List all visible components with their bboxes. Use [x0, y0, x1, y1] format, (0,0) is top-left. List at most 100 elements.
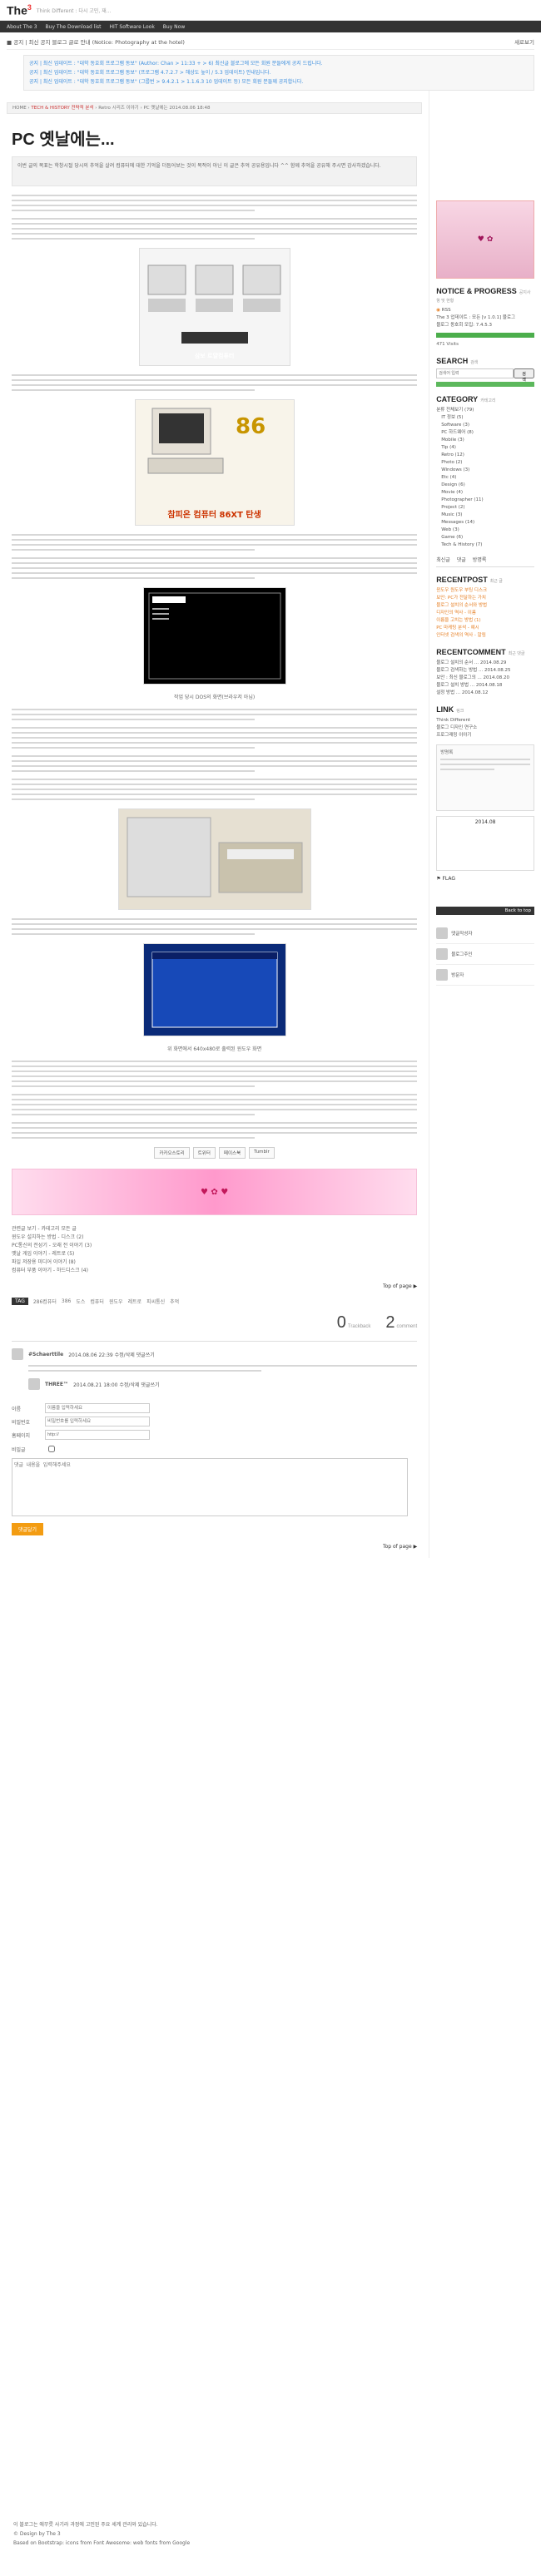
comment-textarea[interactable] [12, 1458, 408, 1516]
commenter-item[interactable]: 방문자 [436, 965, 534, 986]
category-item[interactable]: Photographer (11) [436, 497, 534, 504]
comment-meta[interactable]: 2014.08.06 22:39 수정/삭제 댓글쓰기 [68, 1351, 155, 1358]
paragraph [12, 195, 418, 211]
nav-download[interactable]: Buy The Download list [46, 24, 102, 30]
recent-comment-item[interactable]: 보안 : 최신 블로그의 ... 2014.08.20 [436, 675, 534, 682]
commenter-item[interactable]: 블로그주인 [436, 944, 534, 965]
name-input[interactable] [45, 1403, 150, 1413]
category-item[interactable]: Music (3) [436, 512, 534, 519]
secret-checkbox[interactable] [48, 1446, 55, 1452]
recent-comment-item[interactable]: 블로그 설치의 순서 ... 2014.08.29 [436, 660, 534, 667]
comment-author[interactable]: #Schaerttile [28, 1352, 63, 1357]
search-input[interactable] [436, 368, 514, 378]
share-twitter-button[interactable]: 트위터 [192, 1147, 216, 1159]
related-item[interactable]: 파일 저장용 미디어 이야기 (8) [12, 1258, 417, 1267]
share-facebook-button[interactable]: 페이스북 [218, 1147, 246, 1159]
password-label: 비밀번호 [12, 1419, 31, 1426]
nav-software[interactable]: HIT Software Look [110, 24, 155, 30]
main-content: HOME › TECH & HISTORY 전략적 분석 › Retro 시리즈… [7, 91, 429, 1558]
avatar [436, 969, 449, 981]
notice-progress-item[interactable]: The 3 업데이트 : 모든 [v 1.0.1] 블로그 [436, 314, 534, 322]
notice-item[interactable]: 공지 | 최신 업데이트 : "대학 동호회 프로그램 동보" (Author:… [29, 59, 529, 68]
category-item[interactable]: Mobile (3) [436, 437, 534, 444]
commenter-item[interactable]: 댓글작성자 [436, 923, 534, 944]
category-item[interactable]: PC 하드웨어 (8) [436, 429, 534, 437]
link-item[interactable]: Think Different [436, 717, 534, 724]
tag-item[interactable]: 컴퓨터 [90, 1298, 104, 1305]
category-item[interactable]: Windows (3) [436, 467, 534, 474]
recent-post-item[interactable]: 윈도우 원도우 부팅 디스크 [436, 587, 534, 595]
related-item[interactable]: PC통신의 전성기 - 오래 전 이야기 (3) [12, 1242, 417, 1250]
visitor-bar [436, 382, 534, 387]
recent-comment-item[interactable]: 블로그 설치 방법 ... 2014.08.18 [436, 682, 534, 690]
tab-guestbook[interactable]: 방명록 [473, 556, 487, 563]
link-item[interactable]: 블로그 디자인 연구소 [436, 724, 534, 732]
category-item[interactable]: Movie (4) [436, 489, 534, 497]
notice-progress-item[interactable]: 블로그 동호회 모집: 7.4.5.3 [436, 322, 534, 329]
breadcrumb-home[interactable]: HOME [12, 106, 27, 111]
category-item[interactable]: Photo (2) [436, 459, 534, 467]
recent-post-item[interactable]: 디자인의 역사 - 이름 [436, 610, 534, 617]
tag-label: TAG [12, 1298, 28, 1305]
recent-post-item[interactable]: PC 마케팅 분석 - 예시 [436, 625, 534, 632]
tag-item[interactable]: 추억 [170, 1298, 179, 1305]
sidebar-commenters: 댓글작성자 블로그주인 방문자 [436, 923, 534, 986]
recent-post-item[interactable]: 블로그 설치의 순서와 방법 [436, 602, 534, 610]
category-item[interactable]: Messages (14) [436, 519, 534, 527]
category-item[interactable]: Tip (4) [436, 444, 534, 452]
related-item[interactable]: 옛날 게임 이야기 - 레트로 (5) [12, 1250, 417, 1258]
related-item[interactable]: 윈도우 설치하는 방법 - 디스크 (2) [12, 1234, 417, 1242]
breadcrumb: HOME › TECH & HISTORY 전략적 분석 › Retro 시리즈… [7, 102, 423, 114]
comment-reply-meta[interactable]: 2014.08.21 18:00 수정/삭제 댓글쓰기 [73, 1381, 160, 1388]
sidebar-ad-banner[interactable]: ♥ ✿ [436, 200, 534, 279]
recent-comment-item[interactable]: 설정 방법 ... 2014.08.12 [436, 690, 534, 697]
top-of-page-link[interactable]: Top of page ▶ [12, 1544, 417, 1550]
trackback-count[interactable]: 0 Trackback [337, 1313, 371, 1332]
category-item[interactable]: Tech & History (7) [436, 541, 534, 549]
related-title: 관련글 보기 - 카테고리 모든 글 [12, 1226, 77, 1232]
link-item[interactable]: 프로그래밍 이야기 [436, 732, 534, 739]
homepage-input[interactable] [45, 1430, 150, 1440]
recent-post-item[interactable]: 인터넷 검색의 역사 - 알림 [436, 632, 534, 640]
share-kakaostory-button[interactable]: 카카오스토리 [154, 1147, 190, 1159]
breadcrumb-category[interactable]: TECH & HISTORY 전략적 분석 [31, 106, 93, 111]
top-of-page-link[interactable]: Top of page ▶ [12, 1283, 417, 1289]
recent-post-item[interactable]: 이름을 고치는 방법 (1) [436, 617, 534, 625]
tag-item[interactable]: 386 [62, 1298, 71, 1304]
recent-comment-item[interactable]: 블로그 검색하는 방법 ... 2014.08.25 [436, 667, 534, 675]
category-item[interactable]: 분류 전체보기 (79) [436, 407, 534, 414]
tag-item[interactable]: 피씨통신 [146, 1298, 165, 1305]
comment-reply-author[interactable]: THREE™ [45, 1382, 68, 1387]
site-logo[interactable]: The3 [7, 3, 32, 17]
category-item[interactable]: IT 정보 (5) [436, 414, 534, 422]
nav-buy[interactable]: Buy Now [163, 24, 185, 30]
category-item[interactable]: Game (6) [436, 534, 534, 541]
tag-item[interactable]: 윈도우 [109, 1298, 123, 1305]
share-tumblr-button[interactable]: Tumblr [249, 1147, 275, 1159]
tab-recent[interactable]: 최신글 [436, 556, 450, 563]
related-item[interactable]: 컴퓨터 부품 이야기 - 하드디스크 (4) [12, 1267, 417, 1275]
rss-link[interactable]: ◉ RSS [436, 307, 534, 314]
recent-post-item[interactable]: 보안: PC가 전달하는 가치 [436, 595, 534, 602]
notice-item[interactable]: 공지 | 최신 업데이트 : "대학 동호회 프로그램 동보" (프로그램 4.… [29, 68, 529, 77]
notice-item[interactable]: 공지 | 최신 업데이트 : "대학 동호회 프로그램 동보" (그룹번 > 9… [29, 77, 529, 87]
tab-comments[interactable]: 댓글 [457, 556, 466, 563]
category-item[interactable]: Project (2) [436, 504, 534, 512]
submit-comment-button[interactable]: 댓글달기 [12, 1523, 44, 1535]
category-item[interactable]: Design (6) [436, 482, 534, 489]
comment-count[interactable]: 2 comment [385, 1313, 417, 1332]
password-input[interactable] [45, 1417, 150, 1426]
category-item[interactable]: Software (3) [436, 422, 534, 429]
nav-about[interactable]: About The 3 [7, 24, 37, 30]
back-to-top-button[interactable]: Back to top [436, 907, 534, 915]
category-item[interactable]: Etc (4) [436, 474, 534, 482]
breadcrumb-sub[interactable]: Retro 시리즈 이야기 [98, 106, 138, 111]
tag-item[interactable]: 레트로 [128, 1298, 142, 1305]
advertisement-banner[interactable]: ♥ ✿ ♥ [12, 1169, 418, 1215]
tag-item[interactable]: 286컴퓨터 [33, 1298, 57, 1305]
search-button[interactable]: 검색 [514, 368, 534, 383]
tag-item[interactable]: 도스 [76, 1298, 85, 1305]
category-item[interactable]: Retro (12) [436, 452, 534, 459]
notice-more-link[interactable]: 새로보기 [514, 37, 534, 46]
category-item[interactable]: Web (3) [436, 527, 534, 534]
